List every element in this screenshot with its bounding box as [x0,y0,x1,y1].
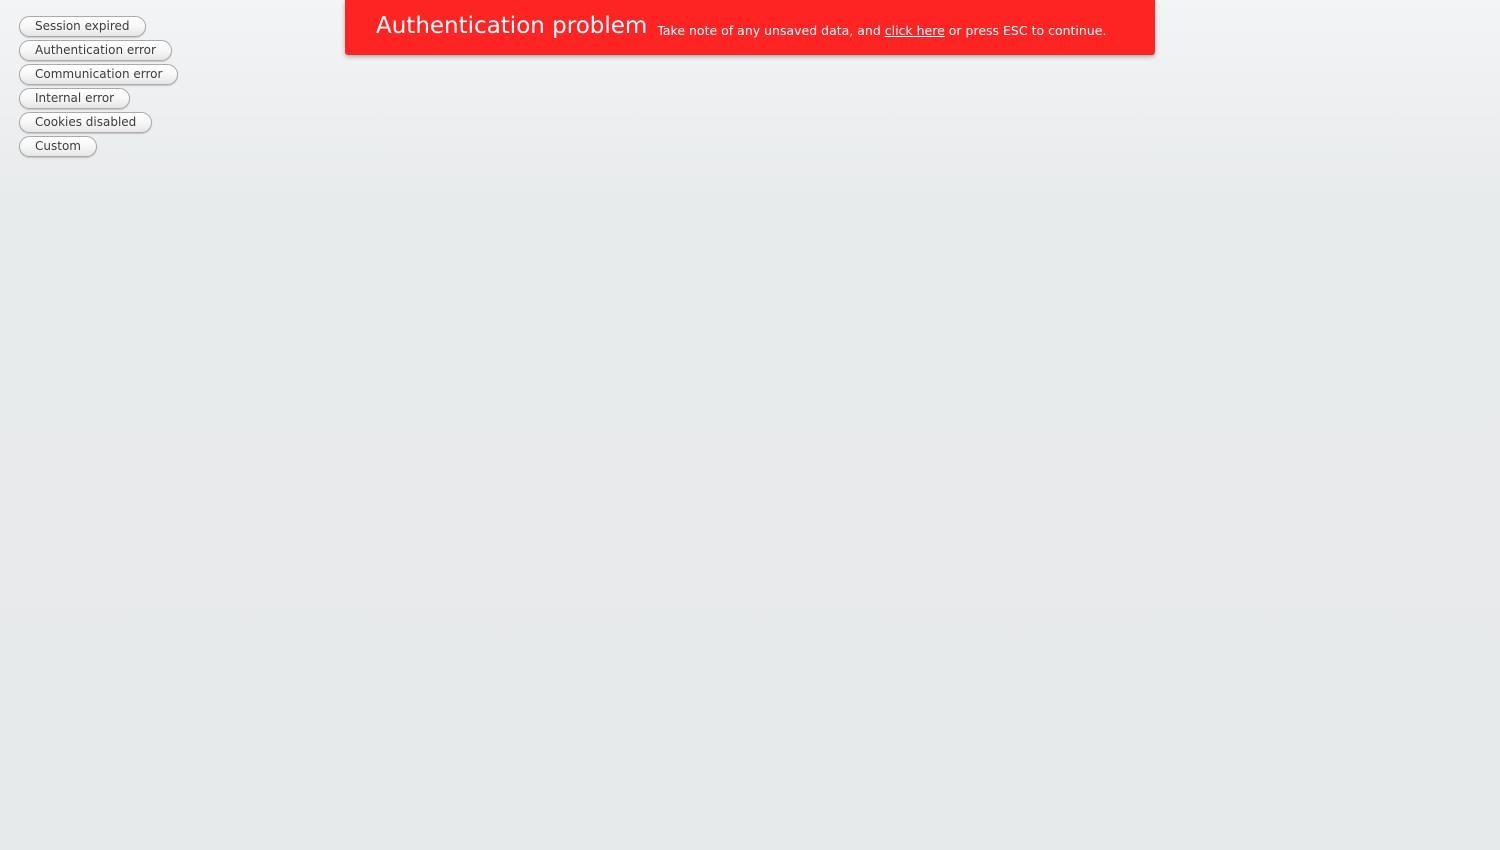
internal-error-button[interactable]: Internal error [19,88,131,109]
cookies-disabled-button[interactable]: Cookies disabled [19,112,153,133]
custom-button[interactable]: Custom [19,136,97,157]
notification-message-prefix: Take note of any unsaved data, and [657,23,885,38]
notification-continue-link[interactable]: click here [885,23,945,38]
notification-message: Take note of any unsaved data, and click… [657,23,1106,38]
communication-error-button[interactable]: Communication error [19,64,179,85]
notification-caption: Authentication problem [376,13,648,39]
notification-message-suffix: or press ESC to continue. [944,23,1107,38]
error-type-button-stack: Session expired Authentication error Com… [19,16,179,157]
authentication-error-button[interactable]: Authentication error [19,40,172,61]
session-expired-button[interactable]: Session expired [19,16,146,37]
system-error-notification[interactable]: Authentication problem Take note of any … [345,0,1155,55]
